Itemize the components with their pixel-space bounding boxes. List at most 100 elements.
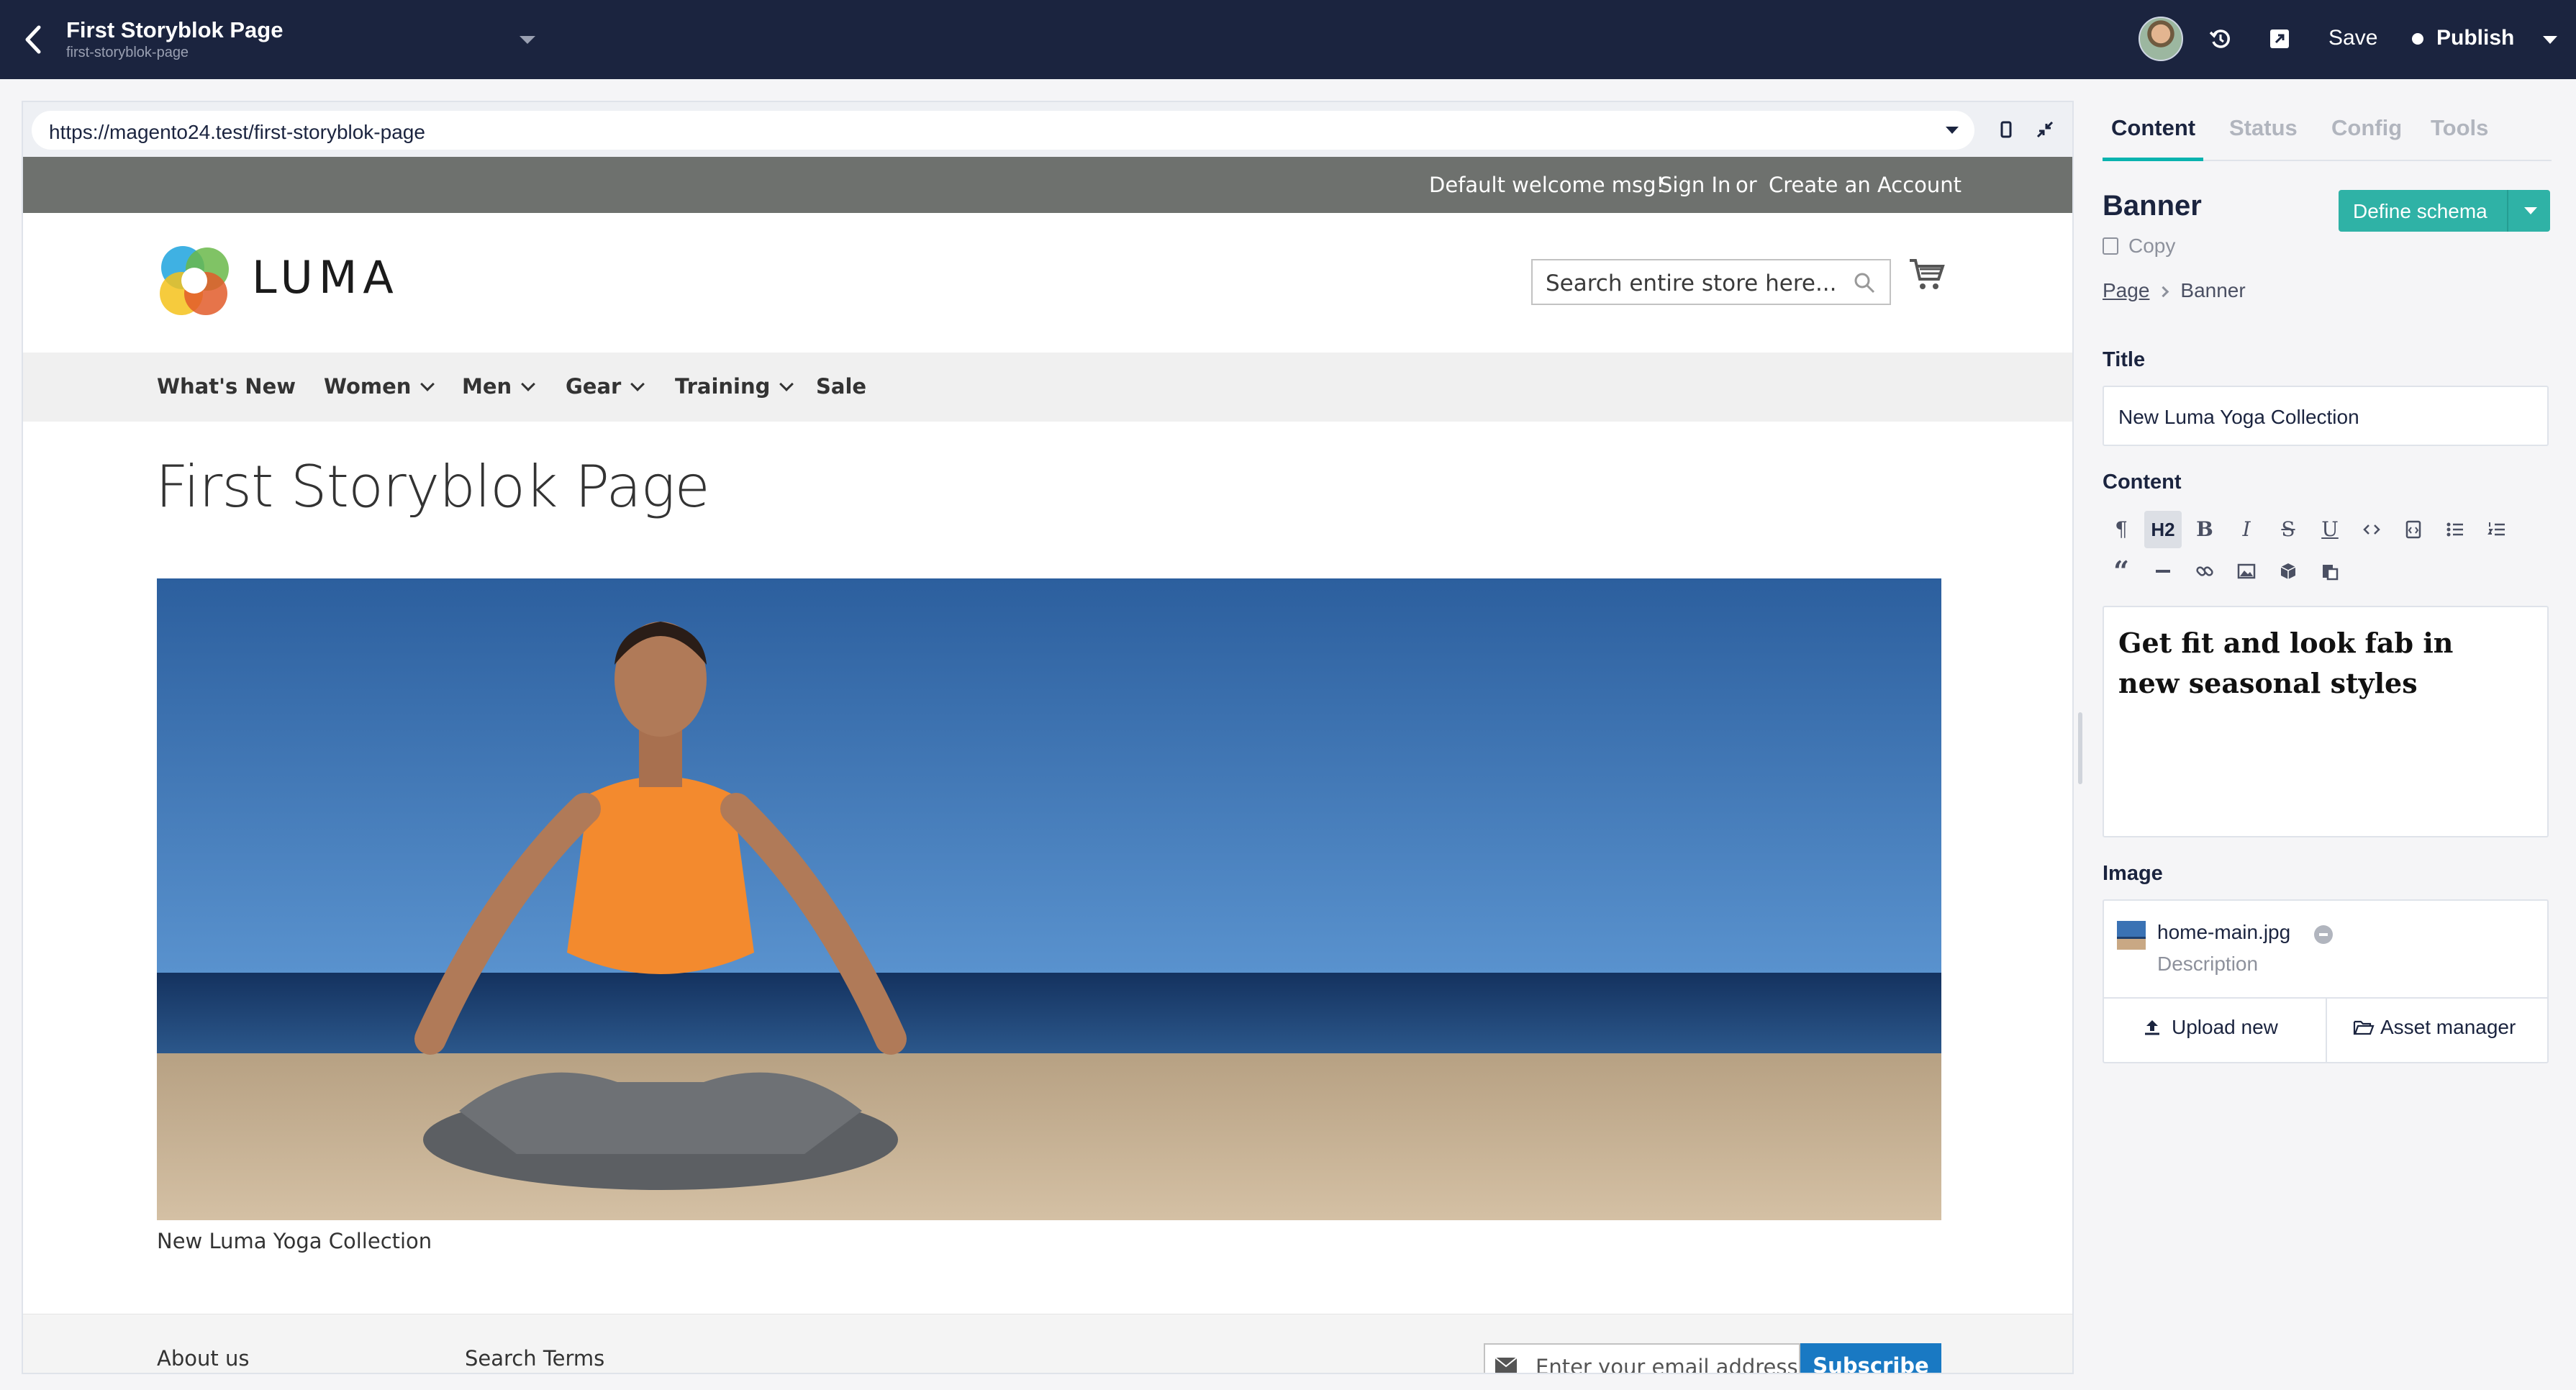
newsletter-email-input[interactable]: Enter your email address [1484, 1343, 1800, 1374]
copy-label: Copy [2128, 235, 2176, 257]
footer-link-about[interactable]: About us [157, 1346, 249, 1371]
save-button[interactable]: Save [2328, 26, 2377, 50]
asset-manager-label: Asset manager [2380, 1016, 2516, 1038]
paste-icon[interactable] [2311, 553, 2349, 590]
breadcrumb-page[interactable]: Page [2103, 279, 2149, 301]
nav-label: Men [462, 374, 512, 399]
upload-new-button[interactable]: Upload new [2143, 1016, 2278, 1039]
search-placeholder: Search entire store here... [1546, 271, 1837, 296]
link-icon[interactable] [2186, 553, 2223, 590]
create-account-link[interactable]: Create an Account [1769, 173, 1962, 197]
nav-label: What's New [157, 374, 296, 399]
richtext-editor[interactable]: Get fit and look fab in new seasonal sty… [2103, 606, 2549, 837]
block-name: Banner [2103, 190, 2202, 222]
newsletter-placeholder: Enter your email address [1536, 1355, 1798, 1374]
quote-icon[interactable]: “ [2103, 553, 2140, 590]
chevron-down-icon[interactable] [2524, 207, 2537, 214]
title-value: New Luma Yoga Collection [2118, 406, 2359, 428]
strikethrough-icon[interactable]: S [2269, 511, 2307, 548]
richtext-content[interactable]: Get fit and look fab in new seasonal sty… [2118, 623, 2521, 704]
url-bar: https://magento24.test/first-storyblok-p… [23, 102, 2072, 157]
luma-logo-icon[interactable] [157, 243, 232, 318]
content-label: Content [2103, 471, 2182, 494]
subscribe-button[interactable]: Subscribe [1800, 1343, 1941, 1373]
cart-icon[interactable] [1908, 258, 1946, 292]
mobile-view-icon[interactable] [1993, 117, 2019, 142]
preview-frame: https://magento24.test/first-storyblok-p… [22, 101, 2074, 1374]
chevron-down-icon [521, 377, 536, 391]
or-text: or [1736, 173, 1757, 197]
nav-gear[interactable]: Gear [566, 374, 645, 399]
publish-button[interactable]: Publish [2436, 26, 2514, 50]
image-asset-field: home-main.jpg Description Upload new Ass… [2103, 899, 2549, 1063]
block-editor-panel: Content Status Config Tools Banner Copy … [2082, 79, 2576, 1390]
italic-icon[interactable]: I [2228, 511, 2265, 548]
blok-icon[interactable] [2269, 553, 2307, 590]
nav-women[interactable]: Women [324, 374, 435, 399]
banner-image[interactable] [157, 578, 1941, 1220]
divider [2326, 999, 2327, 1062]
tab-config[interactable]: Config [2331, 115, 2402, 141]
editor-tabs: Content Status Config Tools [2103, 115, 2552, 161]
heading-2-icon[interactable]: H2 [2144, 511, 2182, 548]
nav-whats-new[interactable]: What's New [157, 374, 296, 399]
luma-logo-text[interactable]: LUMA [252, 251, 399, 304]
title-field[interactable]: New Luma Yoga Collection [2103, 386, 2549, 446]
asset-manager-button[interactable]: Asset manager [2353, 1016, 2516, 1039]
divider [2507, 190, 2508, 232]
story-title[interactable]: First Storyblok Page [66, 17, 283, 43]
tab-tools[interactable]: Tools [2431, 115, 2488, 141]
chevron-down-icon [420, 377, 435, 391]
top-bar: First Storyblok Page first-storyblok-pag… [0, 0, 2576, 79]
nav-training[interactable]: Training [675, 374, 794, 399]
image-label: Image [2103, 862, 2163, 885]
chevron-down-icon [779, 377, 794, 391]
image-description[interactable]: Description [2157, 953, 2258, 976]
url-text[interactable]: https://magento24.test/first-storyblok-p… [49, 121, 425, 144]
sign-in-link[interactable]: Sign In [1659, 173, 1731, 197]
define-schema-button[interactable]: Define schema [2339, 190, 2550, 232]
url-dropdown-icon[interactable] [1946, 127, 1959, 134]
page-title: First Storyblok Page [155, 453, 710, 520]
site-header-panel: Default welcome msg! Sign In or Create a… [23, 157, 2072, 213]
code-icon[interactable] [2353, 511, 2390, 548]
breadcrumb-banner: Banner [2180, 279, 2246, 301]
ordered-list-icon[interactable] [2478, 511, 2516, 548]
store-search-input[interactable]: Search entire store here... [1531, 259, 1891, 305]
nav-sale[interactable]: Sale [816, 374, 866, 399]
nav-label: Gear [566, 374, 622, 399]
open-external-icon[interactable] [2267, 26, 2292, 52]
upload-new-label: Upload new [2172, 1016, 2278, 1038]
nav-men[interactable]: Men [462, 374, 536, 399]
code-block-icon[interactable] [2395, 511, 2432, 548]
back-arrow-icon[interactable] [20, 22, 49, 58]
copy-button[interactable]: Copy [2103, 235, 2175, 258]
nav-label: Training [675, 374, 771, 399]
chevron-right-icon [2158, 286, 2169, 298]
underline-icon[interactable]: U [2311, 511, 2349, 548]
publish-menu-chevron-icon[interactable] [2543, 36, 2557, 44]
image-thumbnail[interactable] [2117, 921, 2146, 950]
title-label: Title [2103, 348, 2146, 371]
story-menu-chevron-icon[interactable] [520, 36, 535, 44]
bold-icon[interactable]: B [2186, 511, 2223, 548]
search-icon[interactable] [1852, 271, 1877, 295]
image-filename[interactable]: home-main.jpg [2157, 921, 2290, 944]
collapse-icon[interactable] [2032, 117, 2058, 142]
nav-label: Women [324, 374, 412, 399]
remove-image-icon[interactable] [2314, 925, 2333, 944]
paragraph-icon[interactable]: ¶ [2103, 511, 2140, 548]
image-icon[interactable] [2228, 553, 2265, 590]
footer-link-search-terms[interactable]: Search Terms [465, 1346, 604, 1371]
tab-status[interactable]: Status [2229, 115, 2298, 141]
chevron-down-icon [630, 377, 645, 391]
horizontal-rule-icon[interactable] [2144, 553, 2182, 590]
bullet-list-icon[interactable] [2436, 511, 2474, 548]
tab-content[interactable]: Content [2111, 115, 2195, 141]
avatar[interactable] [2139, 17, 2183, 61]
breadcrumb: Page Banner [2103, 279, 2246, 302]
url-field[interactable]: https://magento24.test/first-storyblok-p… [32, 111, 1974, 150]
history-icon[interactable] [2208, 26, 2233, 52]
site-nav: What's New Women Men Gear Training Sale [23, 353, 2072, 422]
welcome-message: Default welcome msg! [1429, 173, 1665, 197]
